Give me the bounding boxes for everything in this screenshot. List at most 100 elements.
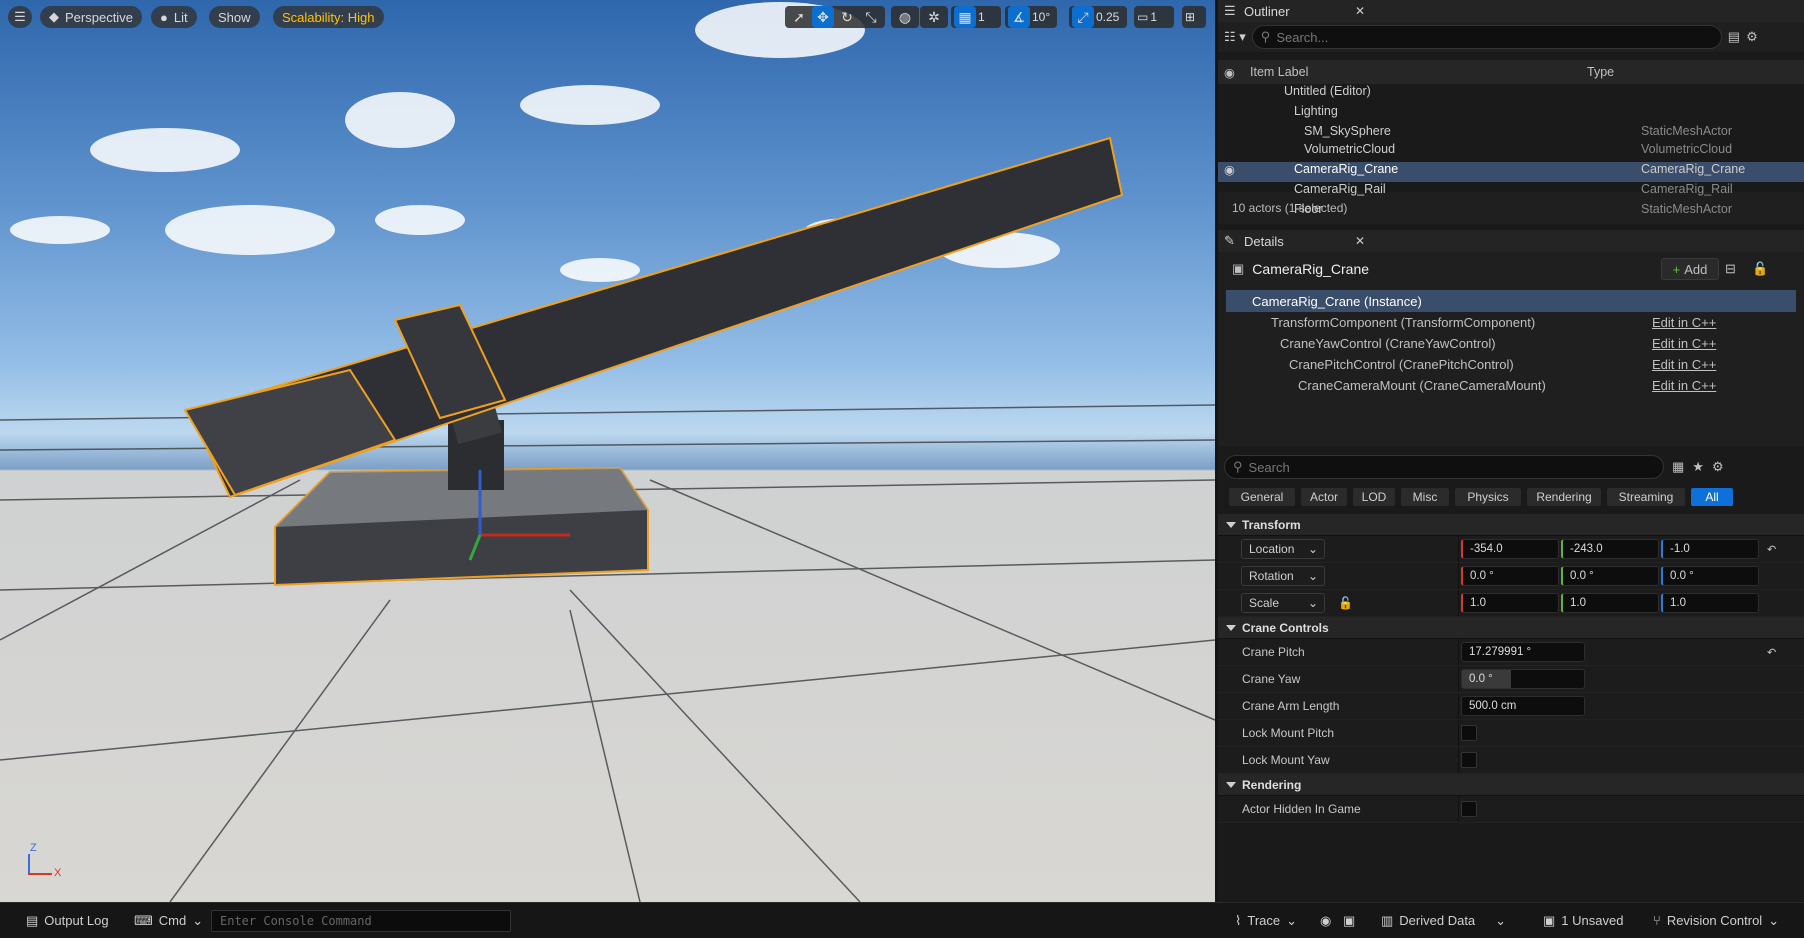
table-icon[interactable]: ▦ (1672, 459, 1684, 475)
details-tab[interactable]: ✎ Details ✕ (1218, 230, 1804, 252)
list-item[interactable]: SM_SkySphere StaticMeshActor (1218, 124, 1804, 142)
add-component-button[interactable]: + Add (1661, 258, 1719, 280)
transform-category[interactable]: Transform (1218, 514, 1804, 536)
layout-icon: ⊞ (1185, 10, 1196, 24)
rotation-x-field[interactable]: 0.0 ° (1461, 566, 1559, 586)
lighting-mode-button[interactable]: ● Lit (151, 6, 197, 28)
reset-icon[interactable]: ↶ (1767, 543, 1776, 556)
record-icon[interactable]: ◉ (1320, 913, 1331, 929)
filter-all[interactable]: All (1690, 487, 1734, 507)
component-row[interactable]: CraneYawControl (CraneYawControl) Edit in… (1226, 333, 1796, 354)
rendering-category[interactable]: Rendering (1218, 774, 1804, 796)
filter-rendering[interactable]: Rendering (1526, 487, 1602, 507)
view-mode-button[interactable]: ◆ Perspective (40, 6, 142, 28)
close-icon[interactable]: ✕ (1355, 234, 1365, 248)
crane-yaw-field[interactable]: 0.0 ° (1461, 669, 1585, 689)
move-icon[interactable]: ✥ (812, 6, 834, 28)
edit-cpp-link[interactable]: Edit in C++ (1652, 378, 1716, 393)
type-header[interactable]: Type (1587, 65, 1614, 79)
unsaved-button[interactable]: ▣ 1 Unsaved (1543, 913, 1623, 929)
select-icon[interactable]: ➚ (788, 6, 810, 28)
settings-icon[interactable]: ⚙ (1746, 29, 1758, 45)
close-icon[interactable]: ✕ (1355, 4, 1365, 18)
component-row[interactable]: CranePitchControl (CranePitchControl) Edi… (1226, 354, 1796, 375)
scale-dropdown[interactable]: Scale ⌄ (1241, 593, 1325, 613)
scale-y-field[interactable]: 1.0 (1561, 593, 1659, 613)
star-icon[interactable]: ★ (1692, 459, 1704, 475)
location-z-field[interactable]: -1.0 (1661, 539, 1759, 559)
world-local-toggle[interactable]: ◍ (891, 6, 919, 28)
trace-button[interactable]: ⌇ Trace ⌄ (1235, 913, 1297, 929)
scale-snap[interactable]: ⤢ 0.25 (1069, 6, 1127, 28)
location-row: Location ⌄ -354.0 -243.0 -1.0 ↶ (1218, 536, 1804, 563)
screenshot-icon[interactable]: ▣ (1343, 913, 1355, 929)
filter-physics[interactable]: Physics (1454, 487, 1522, 507)
angle-snap[interactable]: ∡ 10° (1005, 6, 1057, 28)
rotation-dropdown[interactable]: Rotation ⌄ (1241, 566, 1325, 586)
component-row[interactable]: TransformComponent (TransformComponent) E… (1226, 312, 1796, 333)
lock-mount-yaw-checkbox[interactable] (1461, 752, 1477, 768)
viewport-layout-button[interactable]: ⊞ (1182, 6, 1206, 28)
selected-object-name: CameraRig_Crane (1252, 261, 1370, 277)
rotation-y-field[interactable]: 0.0 ° (1561, 566, 1659, 586)
location-y-field[interactable]: -243.0 (1561, 539, 1659, 559)
lock-mount-pitch-checkbox[interactable] (1461, 725, 1477, 741)
filter-streaming[interactable]: Streaming (1606, 487, 1686, 507)
derived-data-button[interactable]: ▥ Derived Data ⌄ (1381, 913, 1506, 929)
list-item[interactable]: Untitled (Editor) (1218, 84, 1804, 104)
log-icon: ▤ (26, 912, 39, 928)
visibility-icon[interactable]: ◉ (1224, 162, 1235, 177)
rotate-icon[interactable]: ↻ (836, 6, 858, 28)
actor-hidden-checkbox[interactable] (1461, 801, 1477, 817)
output-log-button[interactable]: ▤ Output Log (26, 913, 109, 929)
outliner-tab[interactable]: ☰ Outliner ✕ (1218, 0, 1804, 22)
revision-control-button[interactable]: ⑂ Revision Control ⌄ (1653, 913, 1779, 929)
location-x-field[interactable]: -354.0 (1461, 539, 1559, 559)
camera-speed[interactable]: ▭ 1 (1134, 6, 1174, 28)
filter-general[interactable]: General (1228, 487, 1296, 507)
rotation-z-field[interactable]: 0.0 ° (1661, 566, 1759, 586)
filter-lod[interactable]: LOD (1352, 487, 1396, 507)
filter-misc[interactable]: Misc (1400, 487, 1450, 507)
component-row[interactable]: CameraRig_Crane (Instance) (1226, 290, 1796, 312)
list-item[interactable]: Lighting (1218, 104, 1804, 124)
location-dropdown[interactable]: Location ⌄ (1241, 539, 1325, 559)
scalability-button[interactable]: Scalability: High (273, 6, 384, 28)
scale-icon[interactable]: ⤡ (860, 6, 882, 28)
crane-pitch-field[interactable]: 17.279991 ° (1461, 642, 1585, 662)
show-button[interactable]: Show (209, 6, 260, 28)
console-input[interactable]: Enter Console Command (211, 909, 511, 932)
list-item[interactable]: VolumetricCloud VolumetricCloud (1218, 142, 1804, 162)
list-item[interactable]: Floor StaticMeshActor (1218, 202, 1804, 222)
lock-icon[interactable]: 🔓 (1752, 261, 1768, 277)
list-item[interactable]: CameraRig_Rail CameraRig_Rail (1218, 182, 1804, 202)
settings-icon[interactable]: ⚙ (1712, 459, 1724, 475)
edit-cpp-link[interactable]: Edit in C++ (1652, 336, 1716, 351)
cmd-dropdown[interactable]: ⌨ Cmd ⌄ (134, 913, 203, 929)
level-viewport[interactable]: ☰ ◆ Perspective ● Lit Show Scalability: Hi… (0, 0, 1215, 902)
cube-icon: ◆ (49, 9, 59, 24)
details-search-input[interactable]: ⚲ Search (1224, 455, 1664, 479)
crane-arm-row: Crane Arm Length 500.0 cm (1218, 693, 1804, 720)
edit-cpp-link[interactable]: Edit in C++ (1652, 315, 1716, 330)
reset-icon[interactable]: ↶ (1767, 646, 1776, 659)
list-item-selected[interactable]: ◉ CameraRig_Crane CameraRig_Crane (1218, 162, 1804, 182)
crane-arm-length-field[interactable]: 500.0 cm (1461, 696, 1585, 716)
visibility-icon[interactable]: ◉ (1224, 65, 1235, 80)
lock-icon[interactable]: 🔓 (1338, 596, 1353, 610)
edit-cpp-link[interactable]: Edit in C++ (1652, 357, 1716, 372)
crane-controls-category[interactable]: Crane Controls (1218, 617, 1804, 639)
blueprint-icon[interactable]: ⊟ (1725, 261, 1736, 277)
component-row[interactable]: CraneCameraMount (CraneCameraMount) Edit … (1226, 375, 1796, 396)
scale-z-field[interactable]: 1.0 (1661, 593, 1759, 613)
viewport-menu-button[interactable]: ☰ (8, 6, 32, 28)
grid-snap[interactable]: ▦ 1 (951, 6, 1001, 28)
plus-icon: + (1672, 261, 1681, 277)
filter-actor[interactable]: Actor (1300, 487, 1348, 507)
scale-x-field[interactable]: 1.0 (1461, 593, 1559, 613)
filter-icon[interactable]: ☷ ▾ (1224, 29, 1246, 45)
item-label-header[interactable]: Item Label (1250, 65, 1308, 79)
outliner-search-input[interactable]: ⚲ Search... (1251, 25, 1722, 49)
surface-snap-toggle[interactable]: ✲ (920, 6, 948, 28)
new-folder-icon[interactable]: ▤ (1728, 29, 1740, 45)
